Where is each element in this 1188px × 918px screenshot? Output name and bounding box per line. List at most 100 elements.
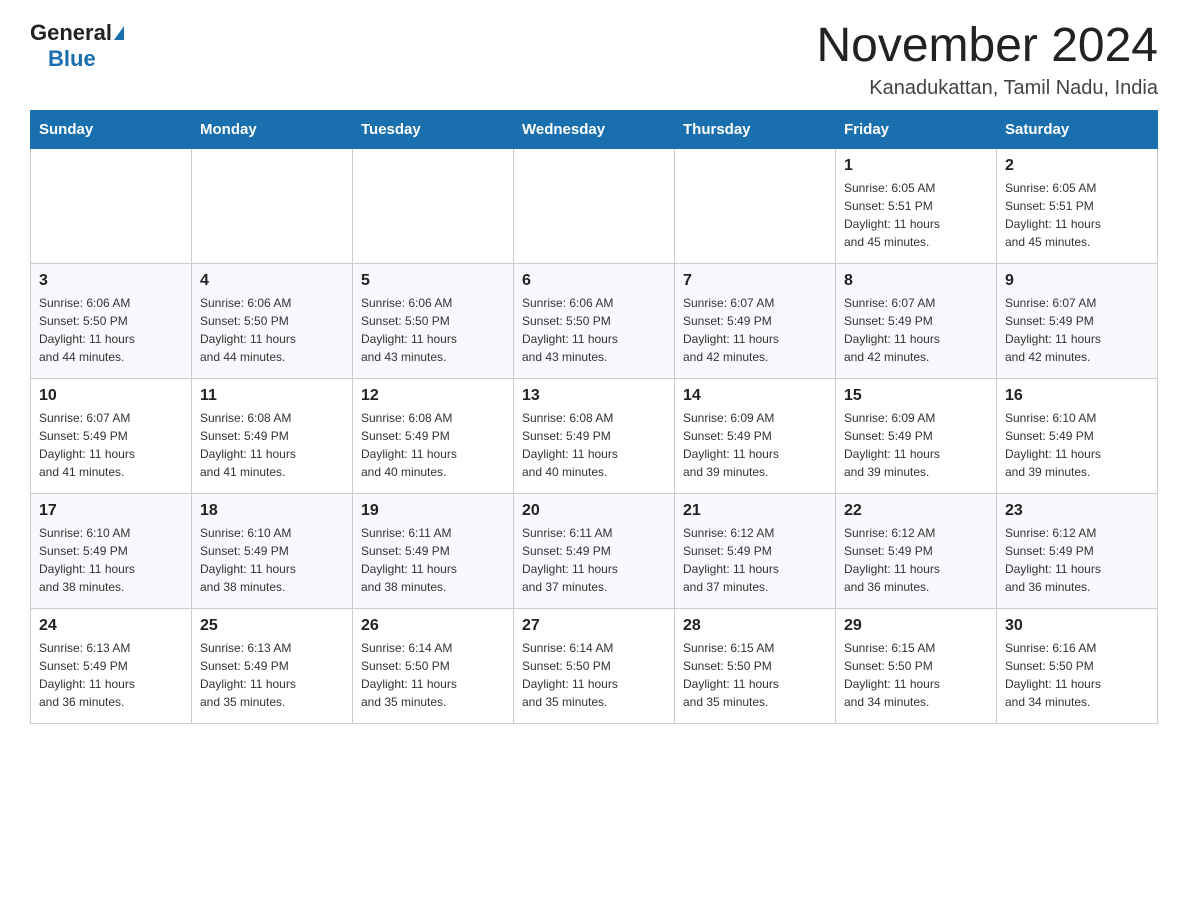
day-number: 3 <box>39 272 183 290</box>
calendar-cell: 22 Sunrise: 6:12 AM Sunset: 5:49 PM Dayli… <box>836 493 997 608</box>
day-info: Sunrise: 6:07 AM Sunset: 5:49 PM Dayligh… <box>39 409 183 481</box>
day-number: 1 <box>844 157 988 175</box>
day-number: 19 <box>361 502 505 520</box>
day-number: 10 <box>39 387 183 405</box>
day-info: Sunrise: 6:05 AM Sunset: 5:51 PM Dayligh… <box>844 179 988 251</box>
day-info: Sunrise: 6:08 AM Sunset: 5:49 PM Dayligh… <box>200 409 344 481</box>
day-info: Sunrise: 6:08 AM Sunset: 5:49 PM Dayligh… <box>361 409 505 481</box>
calendar-cell: 16 Sunrise: 6:10 AM Sunset: 5:49 PM Dayli… <box>997 378 1158 493</box>
month-title: November 2024 <box>816 20 1158 73</box>
day-number: 11 <box>200 387 344 405</box>
day-info: Sunrise: 6:15 AM Sunset: 5:50 PM Dayligh… <box>844 639 988 711</box>
day-number: 5 <box>361 272 505 290</box>
calendar-cell: 8Sunrise: 6:07 AM Sunset: 5:49 PM Daylig… <box>836 263 997 378</box>
day-info: Sunrise: 6:06 AM Sunset: 5:50 PM Dayligh… <box>39 294 183 366</box>
calendar-cell: 13Sunrise: 6:08 AM Sunset: 5:49 PM Dayli… <box>514 378 675 493</box>
day-number: 8 <box>844 272 988 290</box>
day-number: 15 <box>844 387 988 405</box>
calendar-cell: 10 Sunrise: 6:07 AM Sunset: 5:49 PM Dayli… <box>31 378 192 493</box>
day-info: Sunrise: 6:05 AM Sunset: 5:51 PM Dayligh… <box>1005 179 1149 251</box>
calendar-cell <box>675 148 836 263</box>
day-info: Sunrise: 6:14 AM Sunset: 5:50 PM Dayligh… <box>522 639 666 711</box>
day-info: Sunrise: 6:11 AM Sunset: 5:49 PM Dayligh… <box>522 524 666 596</box>
logo-blue-text: Blue <box>48 46 96 72</box>
day-number: 26 <box>361 617 505 635</box>
calendar-cell: 26 Sunrise: 6:14 AM Sunset: 5:50 PM Dayli… <box>353 608 514 723</box>
calendar-cell: 3 Sunrise: 6:06 AM Sunset: 5:50 PM Daylig… <box>31 263 192 378</box>
day-info: Sunrise: 6:09 AM Sunset: 5:49 PM Dayligh… <box>683 409 827 481</box>
weekday-header-monday: Monday <box>192 110 353 148</box>
day-info: Sunrise: 6:15 AM Sunset: 5:50 PM Dayligh… <box>683 639 827 711</box>
day-info: Sunrise: 6:07 AM Sunset: 5:49 PM Dayligh… <box>1005 294 1149 366</box>
day-info: Sunrise: 6:13 AM Sunset: 5:49 PM Dayligh… <box>39 639 183 711</box>
weekday-header-row: SundayMondayTuesdayWednesdayThursdayFrid… <box>31 110 1158 148</box>
calendar-cell: 21Sunrise: 6:12 AM Sunset: 5:49 PM Dayli… <box>675 493 836 608</box>
day-number: 9 <box>1005 272 1149 290</box>
calendar-cell: 17 Sunrise: 6:10 AM Sunset: 5:49 PM Dayli… <box>31 493 192 608</box>
calendar-cell: 1 Sunrise: 6:05 AM Sunset: 5:51 PM Daylig… <box>836 148 997 263</box>
day-info: Sunrise: 6:06 AM Sunset: 5:50 PM Dayligh… <box>200 294 344 366</box>
calendar-cell: 24 Sunrise: 6:13 AM Sunset: 5:49 PM Dayli… <box>31 608 192 723</box>
calendar-cell: 20 Sunrise: 6:11 AM Sunset: 5:49 PM Dayli… <box>514 493 675 608</box>
day-info: Sunrise: 6:06 AM Sunset: 5:50 PM Dayligh… <box>361 294 505 366</box>
logo: General Blue <box>30 20 124 72</box>
day-info: Sunrise: 6:08 AM Sunset: 5:49 PM Dayligh… <box>522 409 666 481</box>
day-number: 17 <box>39 502 183 520</box>
calendar-cell: 18 Sunrise: 6:10 AM Sunset: 5:49 PM Dayli… <box>192 493 353 608</box>
day-info: Sunrise: 6:13 AM Sunset: 5:49 PM Dayligh… <box>200 639 344 711</box>
day-info: Sunrise: 6:12 AM Sunset: 5:49 PM Dayligh… <box>1005 524 1149 596</box>
day-info: Sunrise: 6:10 AM Sunset: 5:49 PM Dayligh… <box>200 524 344 596</box>
day-number: 7 <box>683 272 827 290</box>
day-number: 30 <box>1005 617 1149 635</box>
calendar-cell: 25 Sunrise: 6:13 AM Sunset: 5:49 PM Dayli… <box>192 608 353 723</box>
weekday-header-sunday: Sunday <box>31 110 192 148</box>
day-number: 4 <box>200 272 344 290</box>
calendar-cell: 2 Sunrise: 6:05 AM Sunset: 5:51 PM Daylig… <box>997 148 1158 263</box>
day-number: 22 <box>844 502 988 520</box>
day-number: 24 <box>39 617 183 635</box>
logo-general-text: General <box>30 20 112 46</box>
day-number: 16 <box>1005 387 1149 405</box>
calendar-table: SundayMondayTuesdayWednesdayThursdayFrid… <box>30 110 1158 724</box>
day-info: Sunrise: 6:12 AM Sunset: 5:49 PM Dayligh… <box>683 524 827 596</box>
day-number: 18 <box>200 502 344 520</box>
day-info: Sunrise: 6:11 AM Sunset: 5:49 PM Dayligh… <box>361 524 505 596</box>
day-number: 27 <box>522 617 666 635</box>
day-number: 20 <box>522 502 666 520</box>
day-number: 2 <box>1005 157 1149 175</box>
calendar-cell <box>514 148 675 263</box>
calendar-cell: 14Sunrise: 6:09 AM Sunset: 5:49 PM Dayli… <box>675 378 836 493</box>
calendar-cell: 12 Sunrise: 6:08 AM Sunset: 5:49 PM Dayli… <box>353 378 514 493</box>
calendar-cell <box>31 148 192 263</box>
day-info: Sunrise: 6:09 AM Sunset: 5:49 PM Dayligh… <box>844 409 988 481</box>
weekday-header-thursday: Thursday <box>675 110 836 148</box>
calendar-cell: 27 Sunrise: 6:14 AM Sunset: 5:50 PM Dayli… <box>514 608 675 723</box>
day-number: 23 <box>1005 502 1149 520</box>
day-number: 12 <box>361 387 505 405</box>
weekday-header-saturday: Saturday <box>997 110 1158 148</box>
calendar-cell: 15 Sunrise: 6:09 AM Sunset: 5:49 PM Dayli… <box>836 378 997 493</box>
calendar-week-row: 24 Sunrise: 6:13 AM Sunset: 5:49 PM Dayli… <box>31 608 1158 723</box>
day-number: 28 <box>683 617 827 635</box>
day-info: Sunrise: 6:07 AM Sunset: 5:49 PM Dayligh… <box>683 294 827 366</box>
day-info: Sunrise: 6:14 AM Sunset: 5:50 PM Dayligh… <box>361 639 505 711</box>
day-info: Sunrise: 6:06 AM Sunset: 5:50 PM Dayligh… <box>522 294 666 366</box>
weekday-header-tuesday: Tuesday <box>353 110 514 148</box>
calendar-cell: 23 Sunrise: 6:12 AM Sunset: 5:49 PM Dayli… <box>997 493 1158 608</box>
calendar-cell: 6 Sunrise: 6:06 AM Sunset: 5:50 PM Daylig… <box>514 263 675 378</box>
day-number: 29 <box>844 617 988 635</box>
day-info: Sunrise: 6:16 AM Sunset: 5:50 PM Dayligh… <box>1005 639 1149 711</box>
location-label: Kanadukattan, Tamil Nadu, India <box>816 77 1158 100</box>
calendar-week-row: 3 Sunrise: 6:06 AM Sunset: 5:50 PM Daylig… <box>31 263 1158 378</box>
day-number: 6 <box>522 272 666 290</box>
day-info: Sunrise: 6:12 AM Sunset: 5:49 PM Dayligh… <box>844 524 988 596</box>
day-info: Sunrise: 6:10 AM Sunset: 5:49 PM Dayligh… <box>39 524 183 596</box>
day-info: Sunrise: 6:10 AM Sunset: 5:49 PM Dayligh… <box>1005 409 1149 481</box>
weekday-header-wednesday: Wednesday <box>514 110 675 148</box>
page-header: General Blue November 2024 Kanadukattan,… <box>30 20 1158 100</box>
calendar-cell: 30 Sunrise: 6:16 AM Sunset: 5:50 PM Dayli… <box>997 608 1158 723</box>
calendar-week-row: 17 Sunrise: 6:10 AM Sunset: 5:49 PM Dayli… <box>31 493 1158 608</box>
title-section: November 2024 Kanadukattan, Tamil Nadu, … <box>816 20 1158 100</box>
calendar-cell: 28 Sunrise: 6:15 AM Sunset: 5:50 PM Dayli… <box>675 608 836 723</box>
day-number: 25 <box>200 617 344 635</box>
